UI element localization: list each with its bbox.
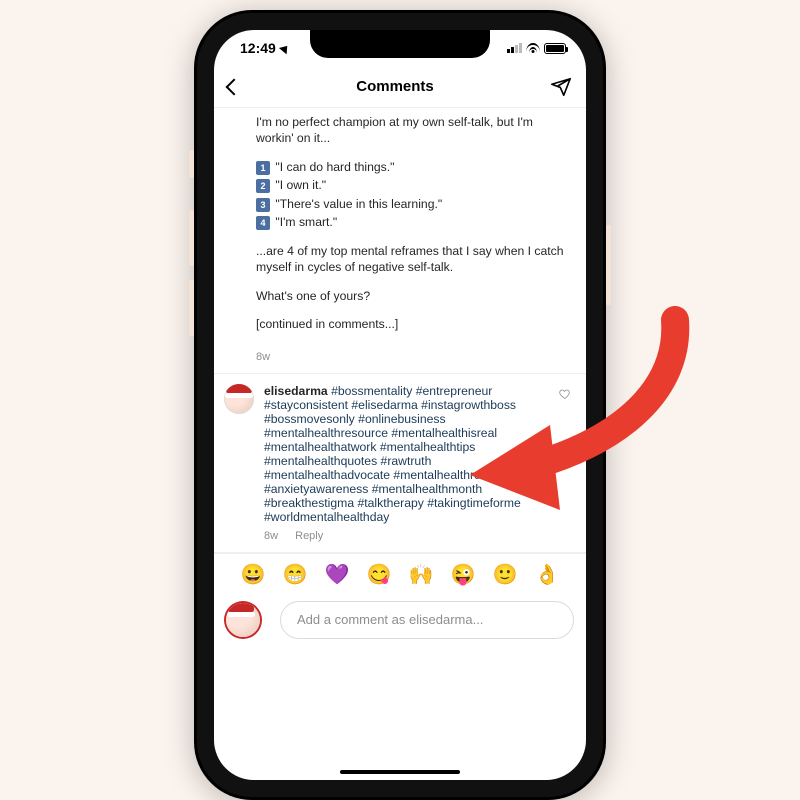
keycap-4-icon: 4 [256, 216, 270, 230]
comment-hashtags[interactable]: #bossmentality #entrepreneur #stayconsis… [264, 384, 521, 524]
status-left: 12:49 [240, 40, 290, 56]
back-button[interactable] [226, 78, 243, 95]
status-right [507, 43, 566, 54]
comment-row: elisedarma #bossmentality #entrepreneur … [214, 374, 586, 524]
caption-continued: [continued in comments...] [256, 316, 570, 332]
share-button[interactable] [550, 76, 572, 98]
page-title: Comments [356, 78, 434, 95]
composer-avatar[interactable] [226, 603, 260, 637]
home-indicator[interactable] [340, 770, 460, 774]
emoji-quick-🙂[interactable]: 🙂 [493, 562, 518, 587]
phone-screen: 12:49 Comments I'm no perfect champion a… [214, 30, 586, 780]
wifi-icon [526, 43, 540, 53]
comment-body: elisedarma #bossmentality #entrepreneur … [264, 384, 574, 524]
comments-scroll[interactable]: I'm no perfect champion at my own self-t… [214, 108, 586, 780]
phone-mute-switch [189, 150, 194, 178]
comment-username[interactable]: elisedarma [264, 384, 328, 398]
caption-age: 8w [214, 345, 586, 373]
emoji-quick-😜[interactable]: 😜 [451, 562, 476, 587]
battery-icon [544, 43, 566, 54]
phone-vol-down [189, 280, 194, 336]
nav-header: Comments [214, 66, 586, 108]
phone-notch [310, 30, 490, 58]
keycap-3-icon: 3 [256, 198, 270, 212]
location-services-icon [279, 42, 291, 54]
post-caption: I'm no perfect champion at my own self-t… [214, 108, 586, 333]
phone-frame: 12:49 Comments I'm no perfect champion a… [194, 10, 606, 800]
emoji-quick-💜[interactable]: 💜 [325, 562, 350, 587]
emoji-quick-👌[interactable]: 👌 [535, 562, 560, 587]
comment-age: 8w [264, 530, 278, 542]
caption-points: 1 "I can do hard things." 2 "I own it." … [256, 159, 570, 231]
emoji-quick-😀[interactable]: 😀 [241, 562, 266, 587]
phone-power [606, 225, 611, 305]
caption-mid: ...are 4 of my top mental reframes that … [256, 243, 570, 276]
comment-input[interactable]: Add a comment as elisedarma... [280, 601, 574, 639]
emoji-quick-😋[interactable]: 😋 [367, 562, 392, 587]
caption-intro: I'm no perfect champion at my own self-t… [256, 114, 570, 147]
reply-button[interactable]: Reply [295, 530, 323, 542]
comment-composer: Add a comment as elisedarma... [214, 595, 586, 657]
comment-input-placeholder: Add a comment as elisedarma... [297, 612, 483, 627]
status-time: 12:49 [240, 40, 276, 56]
cellular-signal-icon [507, 43, 522, 53]
caption-prompt: What's one of yours? [256, 288, 570, 304]
comment-meta: 8w Reply [214, 524, 586, 552]
keycap-1-icon: 1 [256, 161, 270, 175]
like-comment-button[interactable] [558, 388, 572, 400]
phone-vol-up [189, 210, 194, 266]
keycap-2-icon: 2 [256, 179, 270, 193]
emoji-quick-🙌[interactable]: 🙌 [409, 562, 434, 587]
comment-avatar[interactable] [224, 384, 254, 414]
emoji-quick-😁[interactable]: 😁 [283, 562, 308, 587]
emoji-quick-bar: 😀 😁 💜 😋 🙌 😜 🙂 👌 [214, 553, 586, 595]
